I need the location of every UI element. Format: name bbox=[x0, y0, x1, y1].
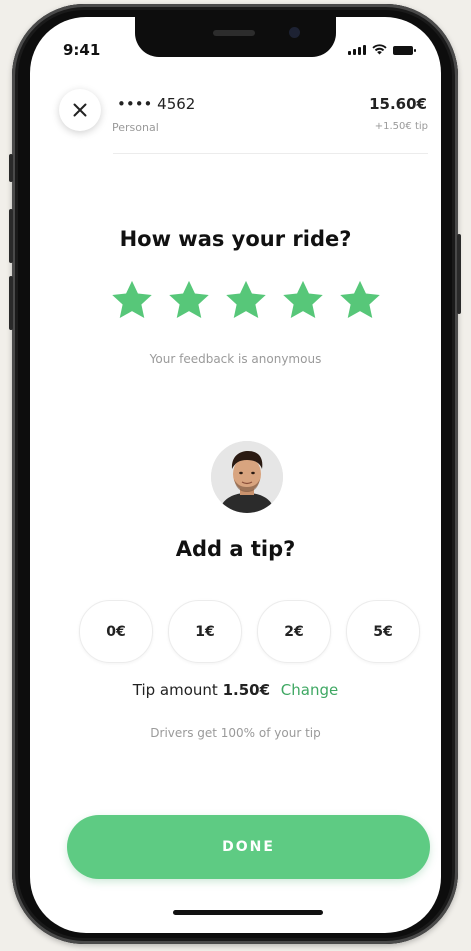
volume-down-button bbox=[9, 276, 13, 330]
wifi-icon bbox=[372, 44, 387, 55]
tip-option-0[interactable]: 0€ bbox=[79, 600, 153, 663]
tip-option-5[interactable]: 5€ bbox=[346, 600, 420, 663]
star-icon-4[interactable] bbox=[280, 278, 326, 324]
tip-option-1[interactable]: 1€ bbox=[168, 600, 242, 663]
star-icon-5[interactable] bbox=[337, 278, 383, 324]
power-button bbox=[457, 234, 461, 314]
ride-price: 15.60€ bbox=[369, 95, 427, 113]
home-indicator bbox=[173, 910, 323, 915]
header-divider bbox=[113, 153, 428, 154]
signal-icon bbox=[348, 45, 366, 55]
done-button[interactable]: DONE bbox=[67, 815, 430, 879]
star-rating[interactable] bbox=[109, 278, 383, 324]
status-time: 9:41 bbox=[63, 41, 101, 59]
status-icons bbox=[348, 44, 416, 55]
phone-mockup: 9:41 •••• 4562 Personal 15.60€ +1.50€ ti… bbox=[0, 0, 471, 951]
battery-icon bbox=[393, 46, 416, 55]
close-button[interactable] bbox=[59, 89, 101, 131]
tip-summary: +1.50€ tip bbox=[374, 121, 428, 132]
tip-amount-label: Tip amount bbox=[132, 681, 223, 699]
close-icon bbox=[73, 103, 87, 117]
payment-card-number: •••• 4562 bbox=[117, 95, 196, 113]
feedback-anonymous-note: Your feedback is anonymous bbox=[149, 352, 322, 366]
notch bbox=[135, 17, 336, 57]
tip-amount-row: Tip amount 1.50€ Change bbox=[30, 681, 441, 699]
silent-switch bbox=[9, 154, 13, 182]
drivers-tip-note: Drivers get 100% of your tip bbox=[150, 726, 321, 740]
tip-question: Add a tip? bbox=[175, 537, 296, 561]
star-icon-2[interactable] bbox=[166, 278, 212, 324]
star-icon-1[interactable] bbox=[109, 278, 155, 324]
star-icon-3[interactable] bbox=[223, 278, 269, 324]
driver-avatar bbox=[211, 441, 283, 513]
tip-amount-value: 1.50€ bbox=[222, 681, 271, 699]
front-camera bbox=[289, 27, 300, 38]
payment-profile-label: Personal bbox=[112, 121, 159, 134]
app-screen: 9:41 •••• 4562 Personal 15.60€ +1.50€ ti… bbox=[30, 17, 441, 933]
rating-question: How was your ride? bbox=[119, 227, 352, 251]
driver-photo bbox=[211, 441, 283, 513]
tip-option-2[interactable]: 2€ bbox=[257, 600, 331, 663]
speaker-grille bbox=[213, 30, 255, 36]
volume-up-button bbox=[9, 209, 13, 263]
tip-options: 0€ 1€ 2€ 5€ bbox=[79, 600, 420, 663]
change-tip-link[interactable]: Change bbox=[281, 681, 338, 699]
